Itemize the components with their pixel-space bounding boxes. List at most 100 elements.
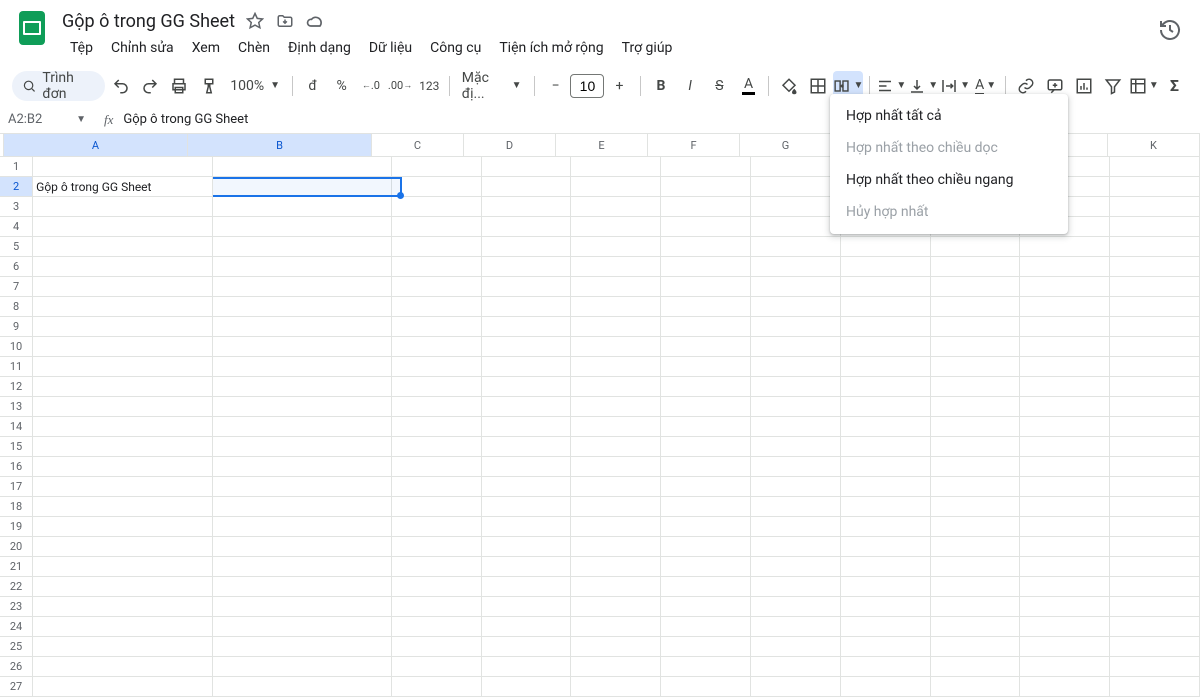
cell[interactable] [33,317,212,337]
cell[interactable] [661,397,751,417]
cell[interactable] [931,577,1021,597]
menu-tools[interactable]: Công cụ [422,36,489,60]
row-header[interactable]: 16 [0,457,33,477]
cell[interactable] [1020,657,1110,677]
cell[interactable] [571,657,661,677]
menu-edit[interactable]: Chỉnh sửa [103,36,182,60]
cell[interactable] [482,157,572,177]
cell[interactable] [571,257,661,277]
cell[interactable] [1020,317,1110,337]
cell[interactable] [213,557,392,577]
history-icon[interactable] [1158,18,1182,42]
cell[interactable] [931,317,1021,337]
cell[interactable] [213,257,392,277]
cell[interactable] [1110,597,1200,617]
cell[interactable] [1110,437,1200,457]
name-box[interactable]: A2:B2 ▼ [0,112,94,127]
font-size-input[interactable] [570,74,604,98]
cell[interactable] [213,577,392,597]
row-header[interactable]: 27 [0,677,33,697]
cell[interactable] [1020,277,1110,297]
cell[interactable] [482,397,572,417]
cell[interactable] [213,317,392,337]
cell[interactable] [213,657,392,677]
cell[interactable] [751,577,841,597]
cell[interactable] [571,477,661,497]
cell[interactable] [661,437,751,457]
cell[interactable] [661,497,751,517]
cell[interactable] [661,277,751,297]
cell[interactable] [1020,617,1110,637]
menus-search[interactable]: Trình đơn [12,71,105,101]
cell[interactable] [571,297,661,317]
star-icon[interactable] [245,11,265,31]
cell[interactable] [751,657,841,677]
row-header[interactable]: 11 [0,357,33,377]
cell[interactable] [841,457,931,477]
cell[interactable] [931,597,1021,617]
cell[interactable] [482,597,572,617]
row-header[interactable]: 19 [0,517,33,537]
cell[interactable] [392,677,482,697]
cell[interactable] [841,517,931,537]
bold-button[interactable]: B [647,71,674,101]
cell[interactable] [392,337,482,357]
cell[interactable] [841,617,931,637]
row-header[interactable]: 12 [0,377,33,397]
percent-button[interactable]: % [328,71,355,101]
cell[interactable] [1110,217,1200,237]
row-header[interactable]: 15 [0,437,33,457]
column-header[interactable]: K [1108,134,1200,157]
cell[interactable] [841,317,931,337]
merge-horizontal-item[interactable]: Hợp nhất theo chiều ngang [830,164,1068,196]
cell[interactable] [33,457,212,477]
menu-file[interactable]: Tệp [62,36,101,60]
menu-help[interactable]: Trợ giúp [614,36,681,60]
cell[interactable] [1110,637,1200,657]
cell[interactable] [841,257,931,277]
cell[interactable] [1110,677,1200,697]
cell[interactable] [33,477,212,497]
cell[interactable] [482,537,572,557]
cell[interactable] [392,177,482,197]
cell[interactable] [661,537,751,557]
cell[interactable] [571,377,661,397]
cell[interactable] [1110,557,1200,577]
cell[interactable] [33,257,212,277]
cell[interactable] [392,497,482,517]
cell[interactable] [482,637,572,657]
cell[interactable] [571,357,661,377]
cell[interactable] [1110,257,1200,277]
row-header[interactable]: 6 [0,257,33,277]
cell[interactable] [482,477,572,497]
cell[interactable] [841,537,931,557]
cell[interactable] [482,377,572,397]
cell[interactable] [33,497,212,517]
menu-extensions[interactable]: Tiện ích mở rộng [491,36,611,60]
cell[interactable] [213,597,392,617]
cell[interactable] [661,337,751,357]
cell[interactable] [33,337,212,357]
cell[interactable] [841,677,931,697]
cell[interactable] [213,197,392,217]
cell[interactable] [392,357,482,377]
cell[interactable] [392,657,482,677]
cell[interactable] [1110,417,1200,437]
cell[interactable] [1110,517,1200,537]
cell[interactable] [213,217,392,237]
paint-format-button[interactable] [195,71,222,101]
cell[interactable] [33,617,212,637]
italic-button[interactable]: I [677,71,704,101]
menu-view[interactable]: Xem [184,36,228,60]
row-header[interactable]: 2 [0,177,33,197]
cell[interactable] [751,537,841,557]
cell[interactable] [1020,257,1110,277]
cell[interactable] [482,337,572,357]
cell[interactable] [1110,477,1200,497]
cell[interactable] [213,357,392,377]
cell[interactable] [1020,557,1110,577]
cell[interactable] [931,397,1021,417]
cell[interactable] [841,437,931,457]
cell[interactable] [482,297,572,317]
fill-color-button[interactable] [775,71,802,101]
